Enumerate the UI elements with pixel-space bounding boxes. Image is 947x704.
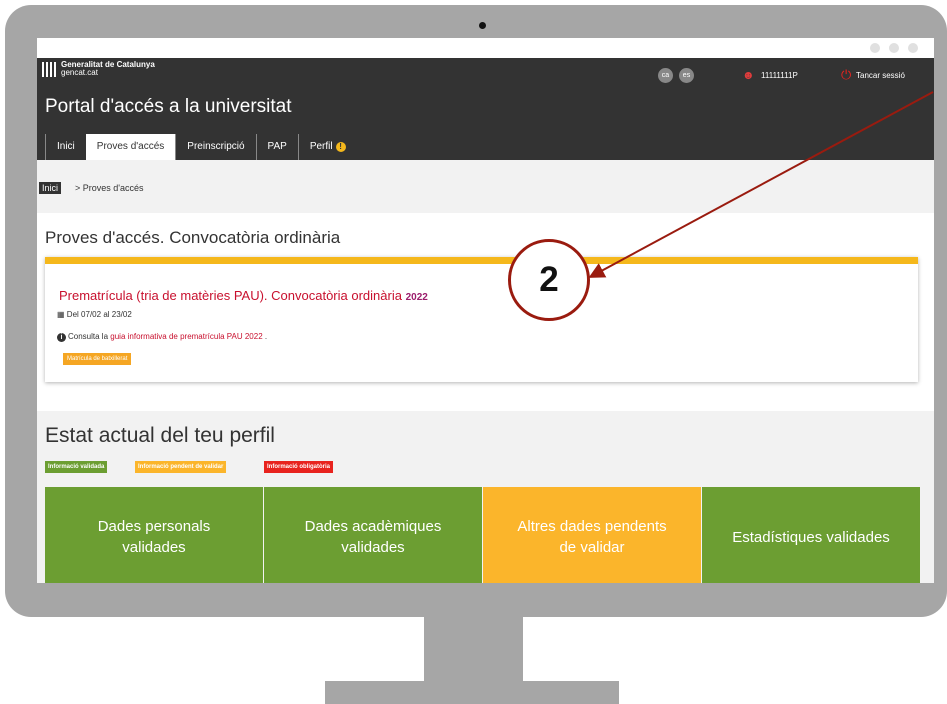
annotation-arrow	[588, 91, 934, 278]
step-callout: 2	[508, 239, 590, 321]
step-number: 2	[539, 260, 559, 299]
